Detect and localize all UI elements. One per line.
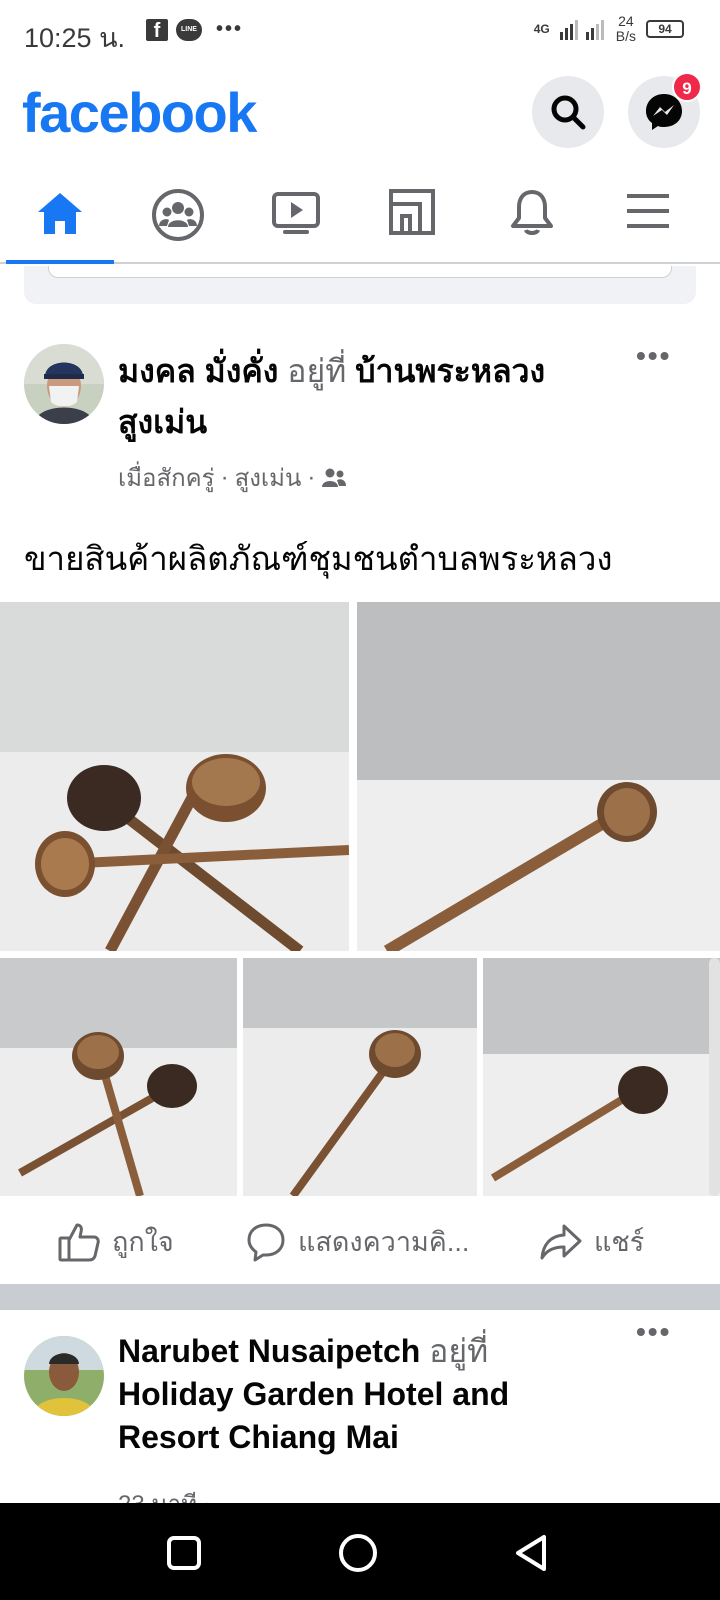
coconut-ladle-photo (0, 602, 349, 951)
post-author-avatar[interactable] (24, 1336, 104, 1416)
battery-icon: 94 (646, 20, 684, 38)
post-photo-4[interactable] (243, 958, 477, 1196)
top-bar: facebook 9 (0, 70, 720, 160)
messenger-badge: 9 (672, 72, 702, 102)
share-icon (540, 1224, 582, 1259)
comment-button[interactable]: แสดงความคิ... (246, 1220, 469, 1263)
home-icon (38, 193, 82, 234)
facebook-notification-icon: f (146, 18, 168, 42)
post-photo-2[interactable] (357, 602, 720, 951)
post-author-name[interactable]: มงคล มั่งคั่ง (118, 353, 278, 389)
line-notification-icon: LINE (176, 18, 202, 41)
like-button[interactable]: ถูกใจ (58, 1220, 174, 1263)
network-rate: 24 B/s (615, 13, 636, 44)
recent-apps-icon[interactable] (162, 1531, 206, 1575)
post-photo-3[interactable] (0, 958, 237, 1196)
system-navigation-bar (0, 1503, 720, 1600)
tab-home[interactable] (0, 178, 120, 264)
post-author-name[interactable]: Narubet Nusaipetch (118, 1333, 420, 1369)
post-place-name-continued[interactable]: สูงเม่น (118, 404, 207, 440)
signal-icon (559, 20, 604, 40)
post-options-button[interactable]: ••• (636, 1316, 671, 1348)
back-icon[interactable] (510, 1531, 554, 1575)
search-button[interactable] (532, 76, 604, 148)
coconut-ladle-photo (243, 958, 477, 1196)
post-location[interactable]: สูงเม่น (235, 458, 302, 497)
status-time: 10:25 น. (24, 23, 126, 53)
composer-input[interactable] (48, 266, 672, 278)
marketplace-icon (389, 189, 435, 235)
menu-icon (627, 194, 669, 228)
facebook-logo[interactable]: facebook (22, 80, 257, 145)
navigation-tabs (0, 178, 720, 264)
post-actions: ถูกใจ แสดงความคิ... แชร์ (0, 1196, 720, 1284)
post-time[interactable]: เมื่อสักครู่ (118, 458, 215, 497)
status-bar: 10:25 น. f LINE ••• 4G 24 B/s 94 (0, 0, 720, 64)
network-type: 4G (533, 22, 550, 36)
messenger-button[interactable]: 9 (628, 72, 702, 148)
tab-marketplace[interactable] (352, 178, 472, 262)
post-author-line: มงคล มั่งคั่ง อยู่ที่ บ้านพระหลวง สูงเม่… (118, 346, 618, 448)
status-system-icons: 4G 24 B/s 94 (534, 14, 684, 44)
post-photo-5[interactable] (483, 958, 720, 1196)
status-notification-icons: f LINE ••• (146, 18, 244, 42)
search-icon (551, 95, 586, 130)
comment-label: แสดงความคิ... (298, 1227, 470, 1257)
post-meta: เมื่อสักครู่ · สูงเม่น · (118, 458, 347, 497)
share-button[interactable]: แชร์ (540, 1220, 644, 1263)
post-photo-1[interactable] (0, 602, 349, 951)
video-icon (272, 192, 320, 234)
post-options-button[interactable]: ••• (636, 340, 671, 372)
share-label: แชร์ (594, 1227, 645, 1257)
coconut-ladle-photo (357, 602, 720, 951)
post-separator (0, 1284, 720, 1310)
post-text: ขายสินค้าผลิตภัณฑ์ชุมชนตำบลพระหลวง (24, 540, 613, 577)
post-author-line: Narubet Nusaipetch อยู่ที่ Holiday Garde… (118, 1330, 638, 1459)
coconut-ladle-photo (483, 958, 720, 1196)
post-place-name-continued[interactable]: Resort Chiang Mai (118, 1419, 399, 1455)
friends-icon (322, 468, 347, 487)
post-author-avatar[interactable] (24, 344, 104, 424)
like-icon (58, 1223, 100, 1261)
tab-menu[interactable] (588, 178, 708, 262)
post-place-name[interactable]: Holiday Garden Hotel and (118, 1376, 509, 1412)
home-button-icon[interactable] (336, 1531, 380, 1575)
tab-watch[interactable] (236, 178, 356, 262)
tab-groups[interactable] (118, 178, 238, 262)
coconut-ladle-photo (0, 958, 237, 1196)
composer-card (24, 266, 696, 304)
groups-icon (152, 189, 204, 241)
more-notifications-icon: ••• (216, 18, 244, 40)
comment-icon (247, 1223, 285, 1261)
like-label: ถูกใจ (112, 1227, 174, 1257)
tab-notifications[interactable] (472, 178, 592, 262)
avatar-image (24, 1336, 104, 1416)
post-at-label: อยู่ที่ (287, 353, 347, 389)
avatar-image (24, 344, 104, 424)
post-place-name[interactable]: บ้านพระหลวง (355, 353, 545, 389)
post-at-label: อยู่ที่ (429, 1333, 489, 1369)
bell-icon (511, 190, 553, 235)
